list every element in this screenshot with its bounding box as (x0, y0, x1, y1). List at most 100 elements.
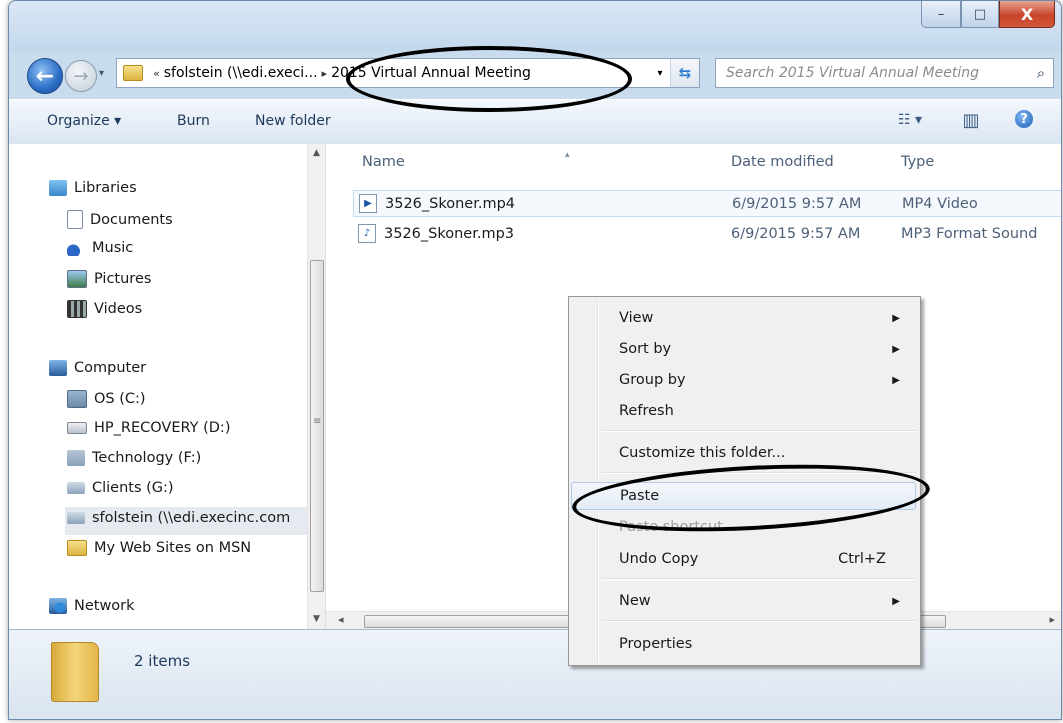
menu-item-label: Group by (619, 372, 686, 388)
audio-file-icon: ♪ (358, 224, 376, 243)
network-drive-icon (67, 512, 85, 524)
breadcrumb-overflow[interactable]: « (153, 67, 160, 80)
nav-item-label: My Web Sites on MSN (94, 540, 252, 556)
libraries-icon (49, 180, 67, 196)
video-file-icon: ▶ (359, 194, 377, 213)
nav-item-documents[interactable]: Documents (67, 210, 173, 229)
file-date: 6/9/2015 9:57 AM (732, 195, 862, 212)
nav-item-clients[interactable]: Clients (G:) (67, 480, 174, 496)
menu-item-group-by[interactable]: Group by ▶ (571, 366, 916, 394)
organize-button[interactable]: Organize ▾ (47, 113, 121, 129)
documents-icon (67, 210, 83, 229)
scroll-up-arrow[interactable]: ▲ (308, 148, 325, 158)
nav-item-label: Libraries (74, 180, 137, 196)
item-count: 2 items (134, 652, 191, 670)
menu-item-refresh[interactable]: Refresh (571, 397, 916, 425)
search-box[interactable]: Search 2015 Virtual Annual Meeting ⌕ (715, 58, 1054, 88)
menu-item-customize-folder[interactable]: Customize this folder... (571, 439, 916, 467)
back-arrow-icon: ← (35, 63, 55, 89)
nav-item-videos[interactable]: Videos (67, 300, 142, 318)
new-folder-button[interactable]: New folder (255, 113, 331, 129)
nav-item-label: Clients (G:) (92, 480, 174, 496)
submenu-arrow-icon: ▶ (892, 343, 900, 355)
file-name: 3526_Skoner.mp4 (385, 195, 516, 212)
help-icon[interactable]: ? (1015, 110, 1033, 128)
nav-item-os-c[interactable]: OS (C:) (67, 390, 146, 408)
nav-item-label: Network (74, 598, 135, 614)
nav-item-label: Documents (90, 211, 173, 228)
scroll-right-arrow[interactable]: ▸ (1049, 613, 1055, 626)
nav-item-label: Videos (94, 301, 143, 317)
file-row[interactable]: ♪ 3526_Skoner.mp3 6/9/2015 9:57 AM MP3 F… (353, 220, 1061, 247)
menu-item-new[interactable]: New ▶ (571, 587, 916, 615)
recent-pages-dropdown[interactable]: ▾ (99, 68, 104, 79)
menu-shortcut: Ctrl+Z (838, 551, 886, 567)
column-header-type[interactable]: Type (901, 154, 934, 170)
nav-item-sfolstein[interactable]: sfolstein (\\edi.execinc.com (67, 510, 290, 526)
annotation-ellipse-folder (346, 46, 632, 112)
search-input[interactable]: Search 2015 Virtual Annual Meeting (716, 65, 1029, 81)
menu-item-label: New (619, 593, 651, 609)
pictures-icon (67, 270, 87, 288)
os-drive-icon (67, 390, 87, 408)
nav-item-hp-recovery[interactable]: HP_RECOVERY (D:) (67, 420, 230, 436)
menu-item-properties[interactable]: Properties (571, 630, 916, 658)
nav-item-my-web-sites[interactable]: My Web Sites on MSN (67, 540, 251, 556)
submenu-arrow-icon: ▶ (892, 595, 900, 607)
burn-button[interactable]: Burn (177, 113, 210, 129)
nav-item-technology[interactable]: Technology (F:) (67, 450, 201, 466)
scroll-down-arrow[interactable]: ▼ (308, 614, 325, 624)
menu-item-label: Customize this folder... (619, 445, 786, 461)
menu-item-sort-by[interactable]: Sort by ▶ (571, 335, 916, 363)
nav-item-pictures[interactable]: Pictures (67, 270, 151, 288)
column-header-name[interactable]: Name ▴ (362, 150, 570, 170)
scrollbar-grip-icon: ≡ (313, 416, 322, 427)
caption-buttons: – □ X (921, 1, 1055, 28)
forward-button[interactable]: → (65, 60, 97, 92)
refresh-icon[interactable]: ⇆ (670, 59, 699, 87)
breadcrumb-sfolstein[interactable]: sfolstein (\\edi.execi... (164, 65, 318, 81)
preview-pane-icon[interactable]: ▥ (959, 110, 983, 131)
menu-item-label: View (619, 310, 654, 326)
menu-item-view[interactable]: View ▶ (571, 304, 916, 332)
close-button[interactable]: X (999, 1, 1055, 28)
maximize-button[interactable]: □ (961, 1, 999, 28)
file-date: 6/9/2015 9:57 AM (731, 225, 861, 242)
nav-item-label: Technology (F:) (92, 450, 202, 466)
navigation-pane: Libraries Documents Music Pictures Video… (9, 144, 326, 629)
nav-scrollbar[interactable]: ▲ ≡ ▼ (307, 144, 325, 629)
menu-item-undo-copy[interactable]: Undo Copy Ctrl+Z (571, 545, 916, 573)
nav-item-network[interactable]: Network (49, 598, 135, 614)
disconnected-drive-icon (67, 450, 85, 466)
nav-item-label: Pictures (94, 271, 152, 287)
back-button[interactable]: ← (27, 58, 63, 94)
nav-item-libraries[interactable]: Libraries (49, 180, 137, 196)
menu-item-label: Properties (619, 636, 693, 652)
breadcrumb-separator[interactable]: ▸ (322, 67, 328, 80)
nav-item-label: sfolstein (\\edi.execinc.com (92, 510, 291, 526)
folder-icon (123, 65, 143, 81)
nav-item-label: OS (C:) (94, 391, 146, 407)
title-bar: – □ X (9, 1, 1061, 51)
nav-item-music[interactable]: Music (67, 240, 133, 256)
sort-ascending-icon: ▴ (565, 150, 570, 160)
menu-separator (601, 620, 917, 622)
nav-item-computer[interactable]: Computer (49, 360, 146, 376)
address-dropdown[interactable]: ▾ (649, 67, 670, 79)
network-drive-icon (67, 482, 85, 494)
computer-icon (49, 360, 67, 376)
videos-icon (67, 300, 87, 318)
menu-item-label: Sort by (619, 341, 672, 357)
change-view-icon[interactable]: ☷ ▾ (885, 110, 935, 130)
nav-item-label: Computer (74, 360, 147, 376)
nav-item-label: HP_RECOVERY (D:) (94, 420, 231, 436)
drive-icon (67, 422, 87, 434)
network-icon (49, 598, 67, 614)
column-header-date-modified[interactable]: Date modified (731, 154, 834, 170)
minimize-button[interactable]: – (921, 1, 961, 28)
nav-item-label: Music (92, 240, 134, 256)
search-icon[interactable]: ⌕ (1029, 64, 1053, 82)
scroll-left-arrow[interactable]: ◂ (338, 613, 344, 626)
menu-separator (601, 578, 917, 580)
file-row[interactable]: ▶ 3526_Skoner.mp4 6/9/2015 9:57 AM MP4 V… (353, 190, 1061, 217)
